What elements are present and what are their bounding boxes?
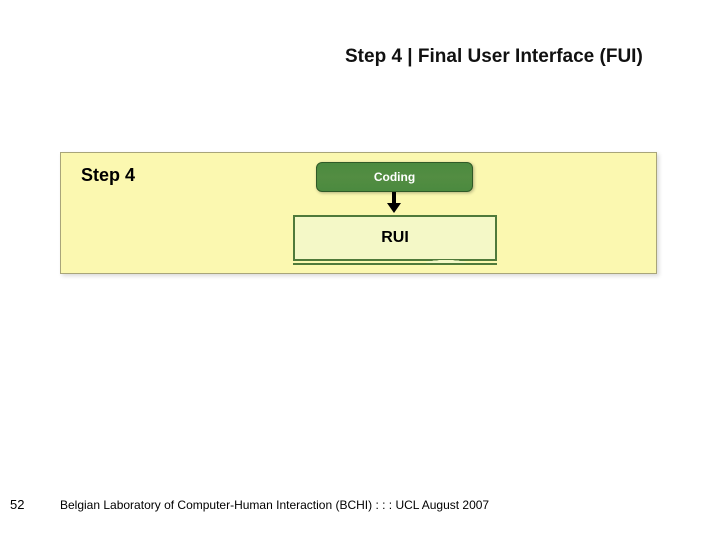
page-number: 52	[10, 497, 24, 512]
footer-line: Belgian Laboratory of Computer-Human Int…	[60, 498, 489, 512]
diagram-panel: Step 4 Coding RUI	[60, 152, 657, 274]
result-label: RUI	[295, 217, 495, 259]
slide-title: Step 4 | Final User Interface (FUI)	[345, 46, 643, 68]
arrow-down-icon	[387, 192, 401, 214]
result-box: RUI	[293, 215, 497, 261]
coding-box: Coding	[316, 162, 473, 192]
step-label: Step 4	[81, 165, 135, 186]
